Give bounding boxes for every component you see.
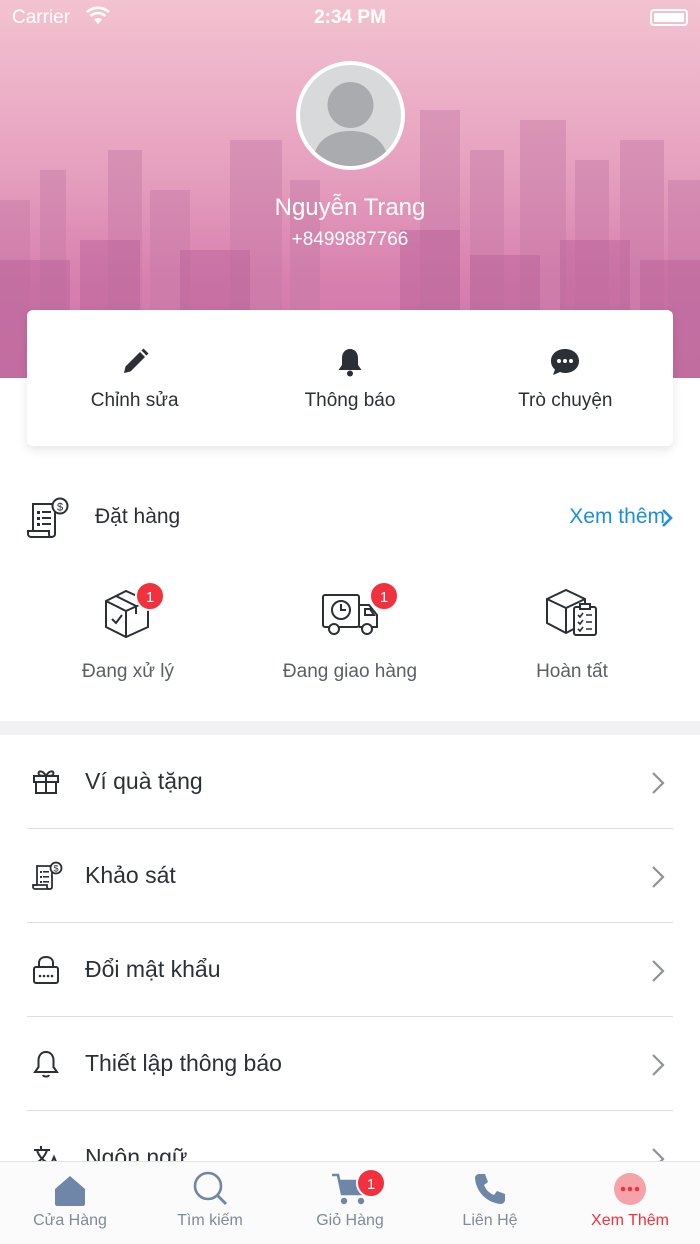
shipping-label: Đang giao hàng (282, 661, 418, 682)
profile-name: Nguyễn Trang (274, 194, 426, 221)
order-status-tiles: 1 Đang xử lý 1 Đang giao hàng Hoàn tất (17, 581, 683, 683)
gift-icon (33, 770, 59, 794)
edit-profile-button[interactable]: Chỉnh sửa (27, 310, 242, 446)
avatar[interactable] (296, 61, 405, 170)
chevron-right-icon (652, 960, 665, 982)
chat-button[interactable]: Trò chuyện (458, 310, 673, 446)
notifications-label: Thông báo (304, 390, 396, 411)
tab-contact[interactable]: Liên Hệ (420, 1162, 560, 1244)
more-icon (614, 1173, 646, 1205)
chat-bubble-icon (551, 349, 580, 375)
chevron-right-icon (652, 866, 665, 888)
chat-label: Trò chuyện (518, 390, 613, 411)
cart-count-badge: 1 (356, 1168, 386, 1198)
tab-label: Tìm kiếm (177, 1212, 243, 1229)
lock-icon (33, 955, 59, 984)
tab-label: Cửa Hàng (33, 1212, 107, 1229)
svg-text:$: $ (53, 864, 58, 874)
bell-icon (338, 349, 362, 377)
menu-item-notification-settings[interactable]: Thiết lập thông báo (27, 1017, 673, 1111)
tab-label: Liên Hệ (462, 1212, 518, 1229)
receipt-icon: $ (27, 497, 69, 538)
profile-phone: +8499887766 (291, 229, 409, 250)
status-bar: Carrier 2:34 PM (0, 0, 700, 36)
tab-search[interactable]: Tìm kiếm (140, 1162, 280, 1244)
order-status-completed[interactable]: Hoàn tất (461, 583, 683, 683)
menu-item-change-password[interactable]: Đổi mật khẩu (27, 923, 673, 1017)
bottom-tab-bar: Cửa Hàng Tìm kiếm 1 Giỏ Hàng Liên Hệ Xem… (0, 1161, 700, 1244)
tab-label: Giỏ Hàng (316, 1212, 384, 1229)
section-separator (0, 721, 700, 735)
clock: 2:34 PM (314, 7, 386, 28)
edit-profile-label: Chỉnh sửa (90, 390, 179, 411)
chevron-right-icon (652, 1054, 665, 1076)
processing-label: Đang xử lý (82, 661, 174, 682)
notifications-button[interactable]: Thông báo (242, 310, 457, 446)
order-status-processing[interactable]: 1 Đang xử lý (17, 581, 239, 683)
shipping-count-badge: 1 (369, 581, 399, 611)
menu-item-label: Ví quà tặng (85, 768, 203, 794)
home-icon (55, 1176, 85, 1206)
chevron-right-icon (652, 772, 665, 794)
menu-item-gift-wallet[interactable]: Ví quà tặng (27, 735, 673, 829)
svg-text:$: $ (57, 502, 63, 514)
tab-label: Xem Thêm (591, 1212, 669, 1229)
search-icon (193, 1171, 228, 1206)
processing-count-badge: 1 (135, 581, 165, 611)
orders-see-more-link[interactable]: Xem thêm (569, 505, 665, 529)
orders-title: Đặt hàng (95, 505, 181, 528)
survey-icon: $ (32, 861, 63, 890)
tab-store[interactable]: Cửa Hàng (0, 1162, 140, 1244)
orders-section-header: $ Đặt hàng Xem thêm (27, 496, 673, 540)
tab-more[interactable]: Xem Thêm (560, 1162, 700, 1244)
completed-label: Hoàn tất (536, 661, 608, 682)
chevron-right-icon[interactable] (661, 508, 673, 528)
tab-cart[interactable]: 1 Giỏ Hàng (280, 1162, 420, 1244)
user-silhouette-icon (312, 82, 389, 166)
profile-actions-card: Chỉnh sửa Thông báo Trò chuyện (27, 310, 673, 446)
battery-icon (650, 9, 688, 26)
menu-item-label: Đổi mật khẩu (85, 956, 221, 982)
menu-item-survey[interactable]: $ Khảo sát (27, 829, 673, 923)
bell-outline-icon (33, 1050, 59, 1078)
menu-item-label: Khảo sát (85, 862, 176, 888)
pencil-icon (123, 348, 149, 373)
box-checklist-icon (546, 588, 597, 636)
order-status-shipping[interactable]: 1 Đang giao hàng (239, 581, 461, 683)
phone-icon (475, 1174, 505, 1204)
menu-item-label: Thiết lập thông báo (85, 1050, 282, 1076)
